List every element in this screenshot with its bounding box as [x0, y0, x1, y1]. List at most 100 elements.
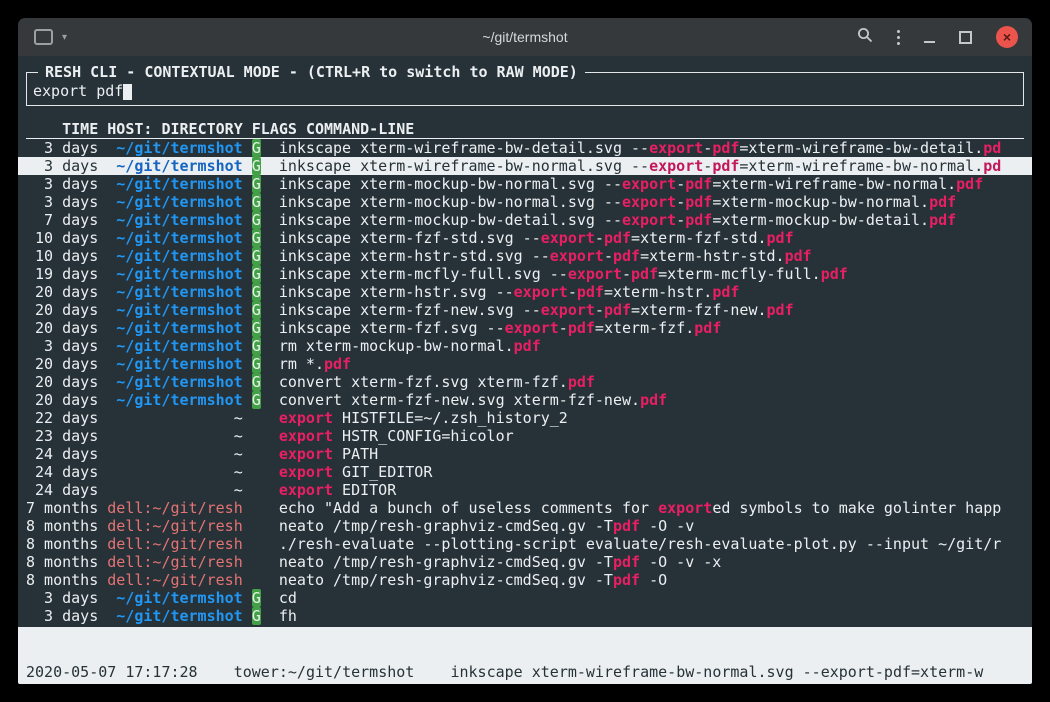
git-flag-badge: G [252, 139, 261, 157]
row-command: neato /tmp/resh-graphviz-cmdSeq.gv -Tpdf… [279, 571, 667, 589]
row-flags: G [252, 355, 261, 373]
git-flag-badge: G [252, 211, 261, 229]
history-row[interactable]: 3 days ~/git/termshot G inkscape xterm-m… [18, 175, 1032, 193]
match-highlight: export [541, 301, 595, 319]
row-time: 20 days [26, 319, 98, 337]
minimize-icon[interactable] [924, 41, 935, 43]
match-highlight: export [279, 445, 333, 463]
row-flags: G [252, 265, 261, 283]
row-flags: G [252, 175, 261, 193]
history-list: 3 days ~/git/termshot G inkscape xterm-w… [18, 139, 1032, 625]
history-row[interactable]: 24 days ~ export PATH [18, 445, 1032, 463]
history-row[interactable]: 23 days ~ export HSTR_CONFIG=hicolor [18, 427, 1032, 445]
search-icon[interactable] [857, 27, 873, 47]
row-flags: G [252, 157, 261, 175]
row-command: neato /tmp/resh-graphviz-cmdSeq.gv -Tpdf… [279, 553, 722, 571]
row-flags: G [252, 193, 261, 211]
match-highlight: export [279, 463, 333, 481]
row-time: 3 days [26, 337, 98, 355]
row-flags: G [252, 211, 261, 229]
history-row[interactable]: 3 days ~/git/termshot G cd [18, 589, 1032, 607]
row-host: ~/git/termshot [107, 355, 242, 373]
row-time: 20 days [26, 283, 98, 301]
history-row[interactable]: 3 days ~/git/termshot G rm xterm-mockup-… [18, 337, 1032, 355]
match-highlight: pdf [685, 211, 712, 229]
history-row[interactable]: 10 days ~/git/termshot G inkscape xterm-… [18, 229, 1032, 247]
git-flag-badge: G [252, 229, 261, 247]
history-row[interactable]: 20 days ~/git/termshot G inkscape xterm-… [18, 319, 1032, 337]
titlebar: ▾ ~/git/termshot × [18, 18, 1032, 56]
row-host: ~/git/termshot [107, 139, 242, 157]
row-time: 10 days [26, 229, 98, 247]
match-highlight: export [622, 175, 676, 193]
history-row[interactable]: 3 days ~/git/termshot G inkscape xterm-m… [18, 193, 1032, 211]
history-row[interactable]: 20 days ~/git/termshot G inkscape xterm-… [18, 283, 1032, 301]
history-row[interactable]: 19 days ~/git/termshot G inkscape xterm-… [18, 265, 1032, 283]
history-row[interactable]: 3 days ~/git/termshot G fh [18, 607, 1032, 625]
row-host: ~/git/termshot [107, 229, 242, 247]
row-command: rm *.pdf [279, 355, 351, 373]
detail-panel: 2020-05-07 17:17:28 tower:~/git/termshot… [18, 627, 1032, 684]
search-input[interactable]: export pdf [33, 82, 132, 100]
row-command: export EDITOR [279, 481, 396, 499]
close-icon[interactable]: × [996, 26, 1018, 48]
row-host: ~/git/termshot [107, 283, 242, 301]
row-host: ~/git/termshot [107, 301, 242, 319]
history-row[interactable]: 20 days ~/git/termshot G inkscape xterm-… [18, 301, 1032, 319]
new-terminal-icon[interactable] [34, 29, 53, 45]
desktop-background: { "titlebar": { "title": "~/git/termshot… [0, 0, 1050, 702]
dropdown-caret-icon[interactable]: ▾ [62, 32, 67, 43]
row-command: ./resh-evaluate --plotting-script evalua… [279, 535, 1001, 553]
row-host: ~/git/termshot [107, 391, 242, 409]
history-row[interactable]: 8 months dell:~/git/resh neato /tmp/resh… [18, 571, 1032, 589]
row-time: 3 days [26, 589, 98, 607]
match-highlight: export [649, 157, 703, 175]
row-flags: G [252, 319, 261, 337]
row-command: export HSTR_CONFIG=hicolor [279, 427, 514, 445]
kebab-menu-icon[interactable] [897, 30, 900, 45]
row-command: fh [279, 607, 297, 625]
match-highlight: export [279, 481, 333, 499]
mode-banner: RESH CLI - CONTEXTUAL MODE - (CTRL+R to … [38, 63, 585, 81]
match-highlight: pdf [613, 553, 640, 571]
row-time: 8 months [26, 535, 98, 553]
history-row[interactable]: 10 days ~/git/termshot G inkscape xterm-… [18, 247, 1032, 265]
history-row[interactable]: 20 days ~/git/termshot G convert xterm-f… [18, 373, 1032, 391]
row-command: neato /tmp/resh-graphviz-cmdSeq.gv -Tpdf… [279, 517, 694, 535]
match-highlight: pdf [929, 193, 956, 211]
row-command: inkscape xterm-fzf-new.svg --export-pdf=… [279, 301, 794, 319]
history-row[interactable]: 24 days ~ export GIT_EDITOR [18, 463, 1032, 481]
row-command: inkscape xterm-wireframe-bw-normal.svg -… [279, 157, 1001, 175]
history-row[interactable]: 20 days ~/git/termshot G convert xterm-f… [18, 391, 1032, 409]
row-host: dell:~/git/resh [107, 517, 242, 535]
history-row[interactable]: 20 days ~/git/termshot G rm *.pdf [18, 355, 1032, 373]
match-highlight: pdf [767, 301, 794, 319]
row-command: echo "Add a bunch of useless comments fo… [279, 499, 1001, 517]
git-flag-badge: G [252, 247, 261, 265]
history-row[interactable]: 8 months dell:~/git/resh ./resh-evaluate… [18, 535, 1032, 553]
history-row[interactable]: 8 months dell:~/git/resh neato /tmp/resh… [18, 517, 1032, 535]
match-highlight: export [550, 247, 604, 265]
row-host: ~ [107, 481, 242, 499]
git-flag-badge: G [252, 355, 261, 373]
row-flags: G [252, 337, 261, 355]
history-row[interactable]: 8 months dell:~/git/resh neato /tmp/resh… [18, 553, 1032, 571]
row-flags: G [252, 301, 261, 319]
search-box[interactable]: RESH CLI - CONTEXTUAL MODE - (CTRL+R to … [26, 72, 1024, 106]
restore-icon[interactable] [959, 31, 972, 44]
history-row-selected[interactable]: 3 days ~/git/termshot G inkscape xterm-w… [18, 157, 1032, 175]
history-row[interactable]: 24 days ~ export EDITOR [18, 481, 1032, 499]
row-time: 3 days [26, 175, 98, 193]
history-row[interactable]: 3 days ~/git/termshot G inkscape xterm-w… [18, 139, 1032, 157]
git-flag-badge: G [252, 193, 261, 211]
row-time: 24 days [26, 463, 98, 481]
row-command: inkscape xterm-mockup-bw-normal.svg --ex… [279, 193, 956, 211]
row-flags: G [252, 247, 261, 265]
row-command: inkscape xterm-hstr.svg --export-pdf=xte… [279, 283, 740, 301]
match-highlight: pdf [324, 355, 351, 373]
git-flag-badge: G [252, 157, 261, 175]
history-row[interactable]: 7 days ~/git/termshot G inkscape xterm-m… [18, 211, 1032, 229]
history-row[interactable]: 7 months dell:~/git/resh echo "Add a bun… [18, 499, 1032, 517]
row-time: 8 months [26, 517, 98, 535]
history-row[interactable]: 22 days ~ export HISTFILE=~/.zsh_history… [18, 409, 1032, 427]
